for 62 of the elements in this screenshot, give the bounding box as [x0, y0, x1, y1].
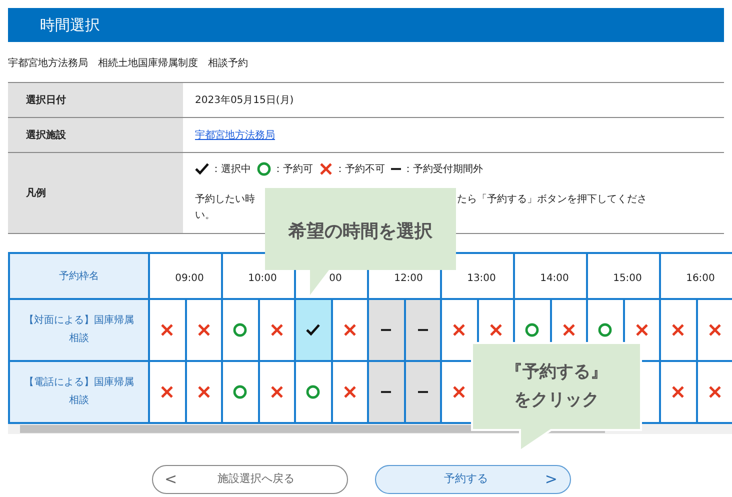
- circle-icon: [306, 385, 320, 399]
- note-text: たら「予約する」ボタンを押下してくださ: [457, 192, 647, 206]
- cross-icon: [196, 323, 211, 337]
- slot-cell[interactable]: [369, 300, 406, 360]
- cross-icon: [634, 323, 649, 337]
- cross-icon: [452, 385, 466, 399]
- back-button[interactable]: < 施設選択へ戻る: [152, 465, 348, 494]
- cross-icon: [319, 162, 333, 176]
- label-cell: 選択日付: [8, 83, 183, 117]
- circle-icon: [233, 385, 248, 399]
- circle-icon: [233, 323, 248, 337]
- page-title: 時間選択: [40, 14, 100, 36]
- note-text: 予約したい時: [195, 192, 255, 206]
- legend-label: ：予約可: [273, 162, 313, 176]
- slot-cell[interactable]: [369, 362, 406, 422]
- cross-icon: [270, 385, 284, 399]
- legend-label: ：予約不可: [335, 162, 385, 176]
- callout-text: をクリック: [514, 389, 599, 412]
- dash-icon: [381, 390, 392, 394]
- cross-icon: [671, 323, 686, 337]
- time-header: 14:00: [515, 254, 588, 298]
- dash-icon: [418, 328, 428, 332]
- cross-icon: [452, 323, 466, 337]
- cross-icon: [196, 385, 211, 399]
- callout-text: 『予約する』: [506, 361, 608, 384]
- cross-icon: [160, 385, 174, 399]
- cross-icon: [562, 323, 576, 337]
- column-header: 予約枠名: [10, 254, 150, 298]
- cross-icon: [671, 385, 686, 399]
- cross-icon: [708, 323, 722, 337]
- facility-link[interactable]: 宇都宮地方法務局: [195, 128, 275, 142]
- reserve-button[interactable]: 予約する >: [374, 465, 570, 494]
- callout-text: 希望の時間を選択: [287, 220, 434, 244]
- breadcrumb: 宇都宮地方法務局 相続土地国庫帰属制度 相談予約: [8, 56, 249, 71]
- label-cell: 選択施設: [8, 118, 183, 152]
- row-label: 【対面による】国庫帰属相談: [10, 300, 150, 360]
- check-icon: [195, 163, 209, 175]
- slot-cell[interactable]: [296, 300, 332, 360]
- cross-icon: [270, 323, 284, 337]
- cross-icon: [342, 323, 357, 337]
- time-header: 09:00: [150, 254, 223, 298]
- time-header: 15:00: [588, 254, 661, 298]
- dash-icon: [381, 328, 392, 332]
- dash-icon: [418, 390, 428, 394]
- cross-icon: [488, 323, 503, 337]
- legend-label: ：予約受付期間外: [403, 162, 483, 176]
- circle-icon: [525, 323, 540, 337]
- dash-icon: [391, 167, 401, 171]
- cross-icon: [342, 385, 357, 399]
- legend-label: ：選択中: [211, 162, 251, 176]
- time-header: 16:00: [661, 254, 732, 298]
- check-icon: [306, 324, 320, 336]
- date-value: 2023年05月15日(月): [194, 94, 295, 108]
- slot-cell[interactable]: [406, 362, 442, 422]
- cross-icon: [160, 323, 174, 337]
- note-text: い。: [195, 209, 215, 223]
- label-cell: 凡例: [8, 153, 183, 233]
- circle-icon: [257, 162, 271, 176]
- circle-icon: [598, 323, 612, 337]
- slot-cell[interactable]: [406, 300, 442, 360]
- row-label: 【電話による】国庫帰属相談: [10, 362, 150, 422]
- cross-icon: [708, 385, 722, 399]
